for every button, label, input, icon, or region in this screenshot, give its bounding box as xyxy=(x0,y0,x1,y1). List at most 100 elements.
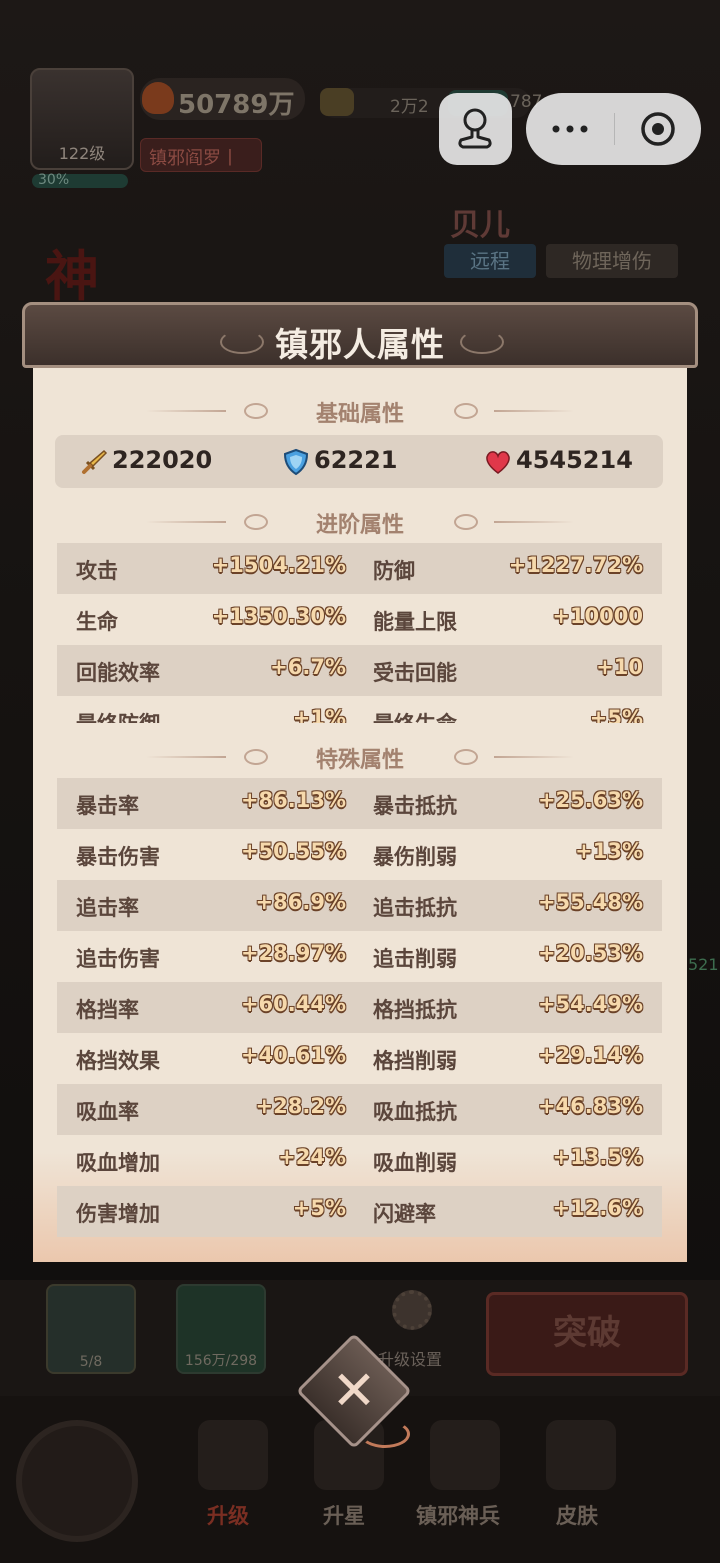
lotus-slot[interactable]: 156万/298 xyxy=(176,1284,266,1374)
god-emblem: 神 xyxy=(45,245,99,308)
orb-slot[interactable]: 5/8 xyxy=(46,1284,136,1374)
gear-icon xyxy=(392,1290,432,1330)
lotus-slot-count: 156万/298 xyxy=(184,1353,258,1369)
stat-row: 吸血增加 +24% 吸血削弱 +13.5% xyxy=(57,1135,662,1186)
stat-label: 能量上限 xyxy=(373,610,457,634)
power-value: 50789万 xyxy=(178,90,295,120)
stat-label: 最终生命 xyxy=(373,708,457,723)
stat-label: 闪避率 xyxy=(373,1202,436,1226)
player-avatar[interactable]: 122级 xyxy=(30,68,134,170)
close-miniprogram-icon[interactable] xyxy=(615,93,701,165)
stat-row: 回能效率 +6.7% 受击回能 +10 xyxy=(57,645,662,696)
joystick-icon xyxy=(458,108,492,149)
defense-value: 62221 xyxy=(314,446,398,474)
combat-power: 50789万 xyxy=(140,78,305,120)
menu-capsule xyxy=(526,93,701,165)
title-badge[interactable]: 镇邪阎罗丨 xyxy=(140,138,262,172)
stat-row: 吸血率 +28.2% 吸血抵抗 +46.83% xyxy=(57,1084,662,1135)
stat-value: +13% xyxy=(575,839,643,863)
stat-label: 追击伤害 xyxy=(76,947,160,971)
skin-nav-icon[interactable] xyxy=(546,1420,616,1490)
stat-label: 暴击率 xyxy=(76,794,139,818)
nav-star-up[interactable]: 升星 xyxy=(323,1500,365,1530)
advanced-stats-list[interactable]: 攻击 +1504.21% 防御 +1227.72% 生命 +1350.30% 能… xyxy=(57,543,662,723)
stat-label: 回能效率 xyxy=(76,661,160,685)
stat-row: 暴击伤害 +50.55% 暴伤削弱 +13% xyxy=(57,829,662,880)
stat-value: +1% xyxy=(292,706,346,723)
back-nav-button[interactable] xyxy=(16,1420,138,1542)
divider-right xyxy=(494,756,574,758)
stat-value: +40.61% xyxy=(240,1043,346,1067)
stat-value: +5% xyxy=(292,1196,346,1220)
breakthrough-button[interactable]: 突破 xyxy=(486,1292,688,1376)
upgrade-settings-button[interactable]: 升级设置 xyxy=(378,1290,444,1369)
stat-row: 攻击 +1504.21% 防御 +1227.72% xyxy=(57,543,662,594)
joystick-button[interactable] xyxy=(439,93,512,165)
stat-value: +28.97% xyxy=(240,941,346,965)
stat-row: 追击率 +86.9% 追击抵抗 +55.48% xyxy=(57,880,662,931)
special-stats-list[interactable]: 暴击率 +86.13% 暴击抵抗 +25.63% 暴击伤害 +50.55% 暴伤… xyxy=(57,778,662,1238)
nav-upgrade[interactable]: 升级 xyxy=(207,1500,249,1530)
divider-swirl xyxy=(454,514,478,530)
stat-value: +29.14% xyxy=(537,1043,643,1067)
stat-label: 追击削弱 xyxy=(373,947,457,971)
base-section-title: 基础属性 xyxy=(315,402,404,427)
stat-label: 吸血抵抗 xyxy=(373,1100,457,1124)
stat-value: +10 xyxy=(596,655,643,679)
close-icon[interactable]: ✕ xyxy=(318,1355,390,1427)
stat-value: +55.48% xyxy=(537,890,643,914)
more-icon[interactable] xyxy=(526,93,614,165)
hero-name: 贝儿 xyxy=(450,208,510,243)
stat-label: 伤害增加 xyxy=(76,1202,160,1226)
stat-label: 暴伤削弱 xyxy=(373,845,457,869)
stat-label: 吸血增加 xyxy=(76,1151,160,1175)
shield-icon xyxy=(283,448,309,476)
stat-label: 防御 xyxy=(373,559,415,583)
weapon-nav-icon[interactable] xyxy=(430,1420,500,1490)
stat-row: 暴击率 +86.13% 暴击抵抗 +25.63% xyxy=(57,778,662,829)
tag-physical: 物理增伤 xyxy=(546,244,678,278)
divider-swirl xyxy=(454,403,478,419)
stat-value: +5% xyxy=(589,706,643,723)
stat-value: +1350.30% xyxy=(211,604,346,628)
stat-label: 追击抵抗 xyxy=(373,896,457,920)
stat-label: 生命 xyxy=(76,610,118,634)
stat-value: +10000 xyxy=(552,604,643,628)
stat-value: +46.83% xyxy=(537,1094,643,1118)
gold-icon[interactable] xyxy=(320,88,354,116)
stat-row: 格挡效果 +40.61% 格挡削弱 +29.14% xyxy=(57,1033,662,1084)
upgrade-nav-icon[interactable] xyxy=(198,1420,268,1490)
xp-percent: 30% xyxy=(38,172,70,188)
attack-value: 222020 xyxy=(112,446,213,474)
stat-row: 最终防御 +1% 最终生命 +5% xyxy=(57,696,662,723)
special-section-title: 特殊属性 xyxy=(315,748,404,773)
divider-swirl xyxy=(454,749,478,765)
stat-label: 格挡削弱 xyxy=(373,1049,457,1073)
sword-icon xyxy=(82,449,108,474)
title-badge-text: 镇邪阎罗丨 xyxy=(149,148,239,169)
stat-value: +54.49% xyxy=(537,992,643,1016)
stat-row: 格挡率 +60.44% 格挡抵抗 +54.49% xyxy=(57,982,662,1033)
stat-label: 追击率 xyxy=(76,896,139,920)
stat-row: 伤害增加 +5% 闪避率 +12.6% xyxy=(57,1186,662,1237)
stat-row: 追击伤害 +28.97% 追击削弱 +20.53% xyxy=(57,931,662,982)
stat-label: 吸血削弱 xyxy=(373,1151,457,1175)
stat-value: +1227.72% xyxy=(508,553,643,577)
currency-1: 2万2 xyxy=(390,97,429,117)
tag-ranged: 远程 xyxy=(444,244,536,278)
stat-value: +12.6% xyxy=(552,1196,643,1220)
stat-label: 最终防御 xyxy=(76,708,160,723)
stat-label: 暴击抵抗 xyxy=(373,794,457,818)
hp-value: 4545214 xyxy=(516,446,633,474)
stat-value: +24% xyxy=(278,1145,346,1169)
stat-label: 吸血率 xyxy=(76,1100,139,1124)
stat-row: 生命 +1350.30% 能量上限 +10000 xyxy=(57,594,662,645)
stat-value: +50.55% xyxy=(240,839,346,863)
panel-title: 镇邪人属性 xyxy=(275,325,445,364)
stat-value: +1504.21% xyxy=(211,553,346,577)
divider-right xyxy=(494,521,574,523)
nav-weapon[interactable]: 镇邪神兵 xyxy=(416,1500,500,1530)
stat-value: +28.2% xyxy=(255,1094,346,1118)
stat-label: 攻击 xyxy=(76,559,118,583)
nav-skin[interactable]: 皮肤 xyxy=(556,1500,598,1530)
